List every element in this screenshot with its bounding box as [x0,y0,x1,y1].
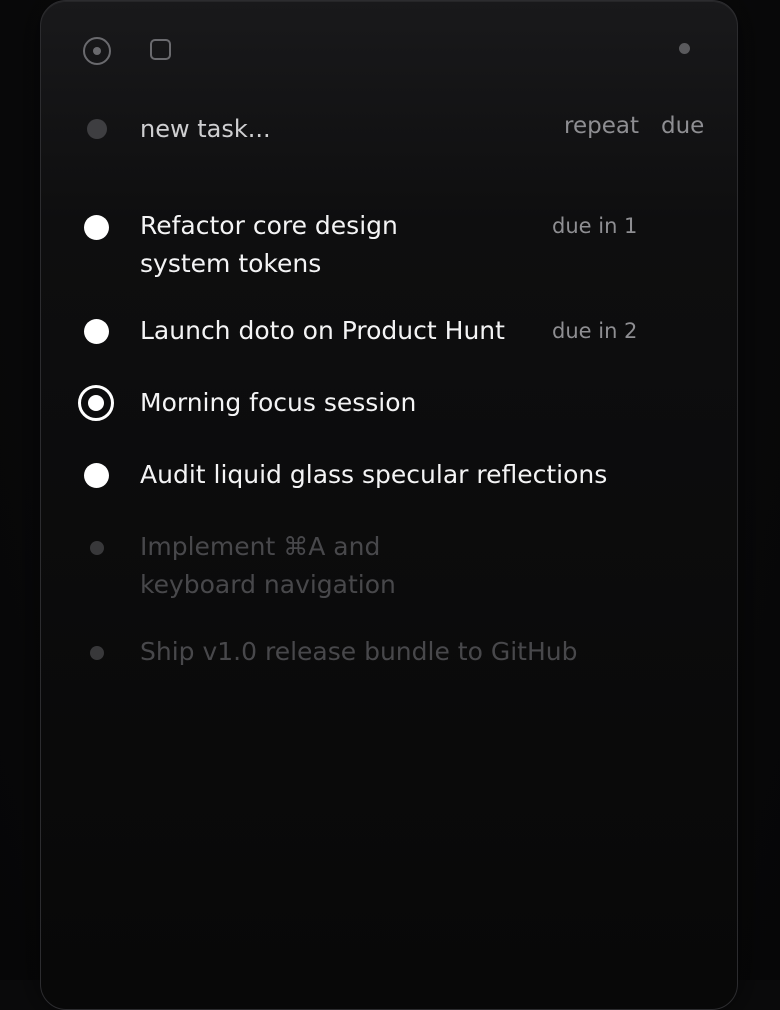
due-button[interactable]: due [661,113,704,139]
new-task-input[interactable] [140,109,520,149]
task-title: Morning focus session [140,388,417,417]
new-task-dot-icon [87,119,107,139]
done-bullet-icon[interactable] [90,646,104,660]
focus-bullet-icon[interactable] [78,385,114,421]
task-title: Launch doto on Product Hunt [140,316,505,345]
task-due-label: due in 1 [552,214,638,238]
task-title: Ship v1.0 release bundle to GitHub [140,637,578,666]
task-bullet-icon[interactable] [84,463,109,488]
task-due-label: due in 2 [552,319,638,343]
task-title: Implement ⌘A and keyboard navigation [140,532,396,599]
done-bullet-icon[interactable] [90,541,104,555]
task-bullet-icon[interactable] [84,215,109,240]
new-task-row: repeat due [41,109,739,149]
dot-icon[interactable] [679,43,690,54]
task-title: Refactor core design system tokens [140,211,398,278]
task-bullet-icon[interactable] [84,319,109,344]
target-icon[interactable] [83,37,111,65]
task-panel: repeat due Refactor core designsystem to… [40,0,738,1010]
square-icon[interactable] [150,39,171,60]
repeat-button[interactable]: repeat [564,113,639,139]
task-title: Audit liquid glass specular reflections [140,460,608,489]
